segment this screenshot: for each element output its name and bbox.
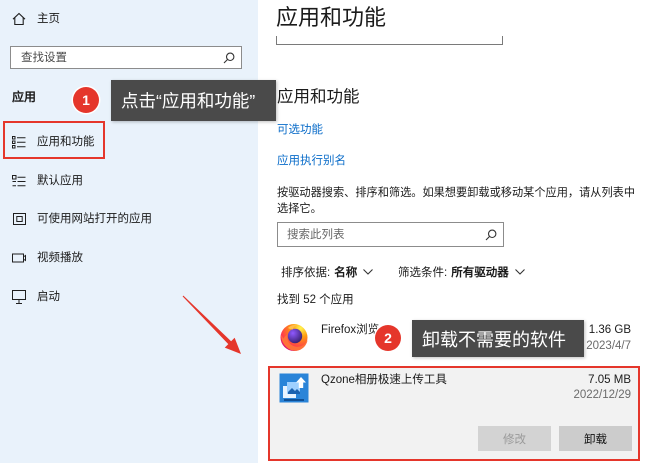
sidebar-item-video-playback[interactable]: 视频播放	[12, 243, 83, 273]
dropdown-bottom-edge[interactable]	[276, 36, 503, 45]
home-nav-item[interactable]: 主页	[12, 9, 60, 29]
annotation-highlight-selected-app	[268, 366, 640, 461]
annotation-step-1-tooltip: 点击“应用和功能”	[111, 80, 276, 121]
sort-by-value: 名称	[334, 267, 358, 279]
annotation-step-2-tooltip: 卸载不需要的软件	[412, 320, 584, 357]
annotation-step-1-text: 点击“应用和功能”	[121, 91, 256, 111]
annotation-arrow	[182, 295, 241, 354]
filter-by-dropdown[interactable]: 筛选条件: 所有驱动器	[398, 264, 525, 280]
sidebar-item-label: 默认应用	[37, 175, 83, 187]
app-execution-aliases-link[interactable]: 应用执行别名	[277, 153, 346, 169]
sidebar-item-startup[interactable]: 启动	[12, 282, 60, 312]
sidebar: 主页 应用 应用和功能 默认应用	[0, 0, 258, 463]
app-list-search-input[interactable]	[278, 223, 485, 246]
firefox-icon	[279, 322, 309, 352]
sort-by-dropdown[interactable]: 排序依据: 名称	[281, 264, 374, 280]
settings-search-input[interactable]	[11, 47, 223, 68]
home-icon	[12, 12, 26, 26]
app-name: Firefox浏览	[321, 324, 380, 336]
settings-search-box[interactable]	[10, 46, 242, 69]
sidebar-item-label: 视频播放	[37, 252, 83, 264]
sidebar-item-label: 可使用网站打开的应用	[37, 213, 152, 225]
sidebar-section-heading: 应用	[12, 90, 37, 104]
annotation-highlight-apps-features	[3, 121, 105, 159]
home-label: 主页	[37, 13, 60, 25]
annotation-step-1-badge: 1	[73, 87, 99, 113]
filter-by-value: 所有驱动器	[451, 267, 509, 279]
search-icon	[485, 229, 497, 241]
chevron-down-icon	[363, 269, 374, 275]
sort-by-label: 排序依据:	[281, 267, 331, 279]
search-icon	[223, 52, 235, 64]
chevron-down-icon	[514, 269, 525, 275]
page-title: 应用和功能	[276, 5, 387, 30]
annotation-step-2-text: 卸载不需要的软件	[422, 329, 566, 350]
app-install-date: 2023/4/7	[586, 340, 631, 352]
apps-list-description: 按驱动器搜索、排序和筛选。如果想要卸载或移动某个应用，请从列表中选择它。	[277, 187, 636, 215]
video-playback-icon	[12, 251, 26, 265]
annotation-step-2-badge: 2	[375, 325, 401, 351]
apps-for-websites-icon	[12, 212, 26, 226]
app-size: 1.36 GB	[588, 324, 631, 336]
optional-features-link[interactable]: 可选功能	[277, 122, 323, 138]
sidebar-item-default-apps[interactable]: 默认应用	[12, 166, 83, 196]
startup-icon	[12, 290, 26, 304]
sidebar-item-label: 启动	[37, 291, 60, 303]
sidebar-item-apps-for-websites[interactable]: 可使用网站打开的应用	[12, 204, 152, 234]
filter-by-label: 筛选条件:	[398, 267, 448, 279]
app-list-search-box[interactable]	[277, 222, 504, 247]
section-title: 应用和功能	[277, 88, 360, 106]
default-apps-icon	[12, 174, 26, 188]
app-count: 找到 52 个应用	[277, 294, 354, 306]
